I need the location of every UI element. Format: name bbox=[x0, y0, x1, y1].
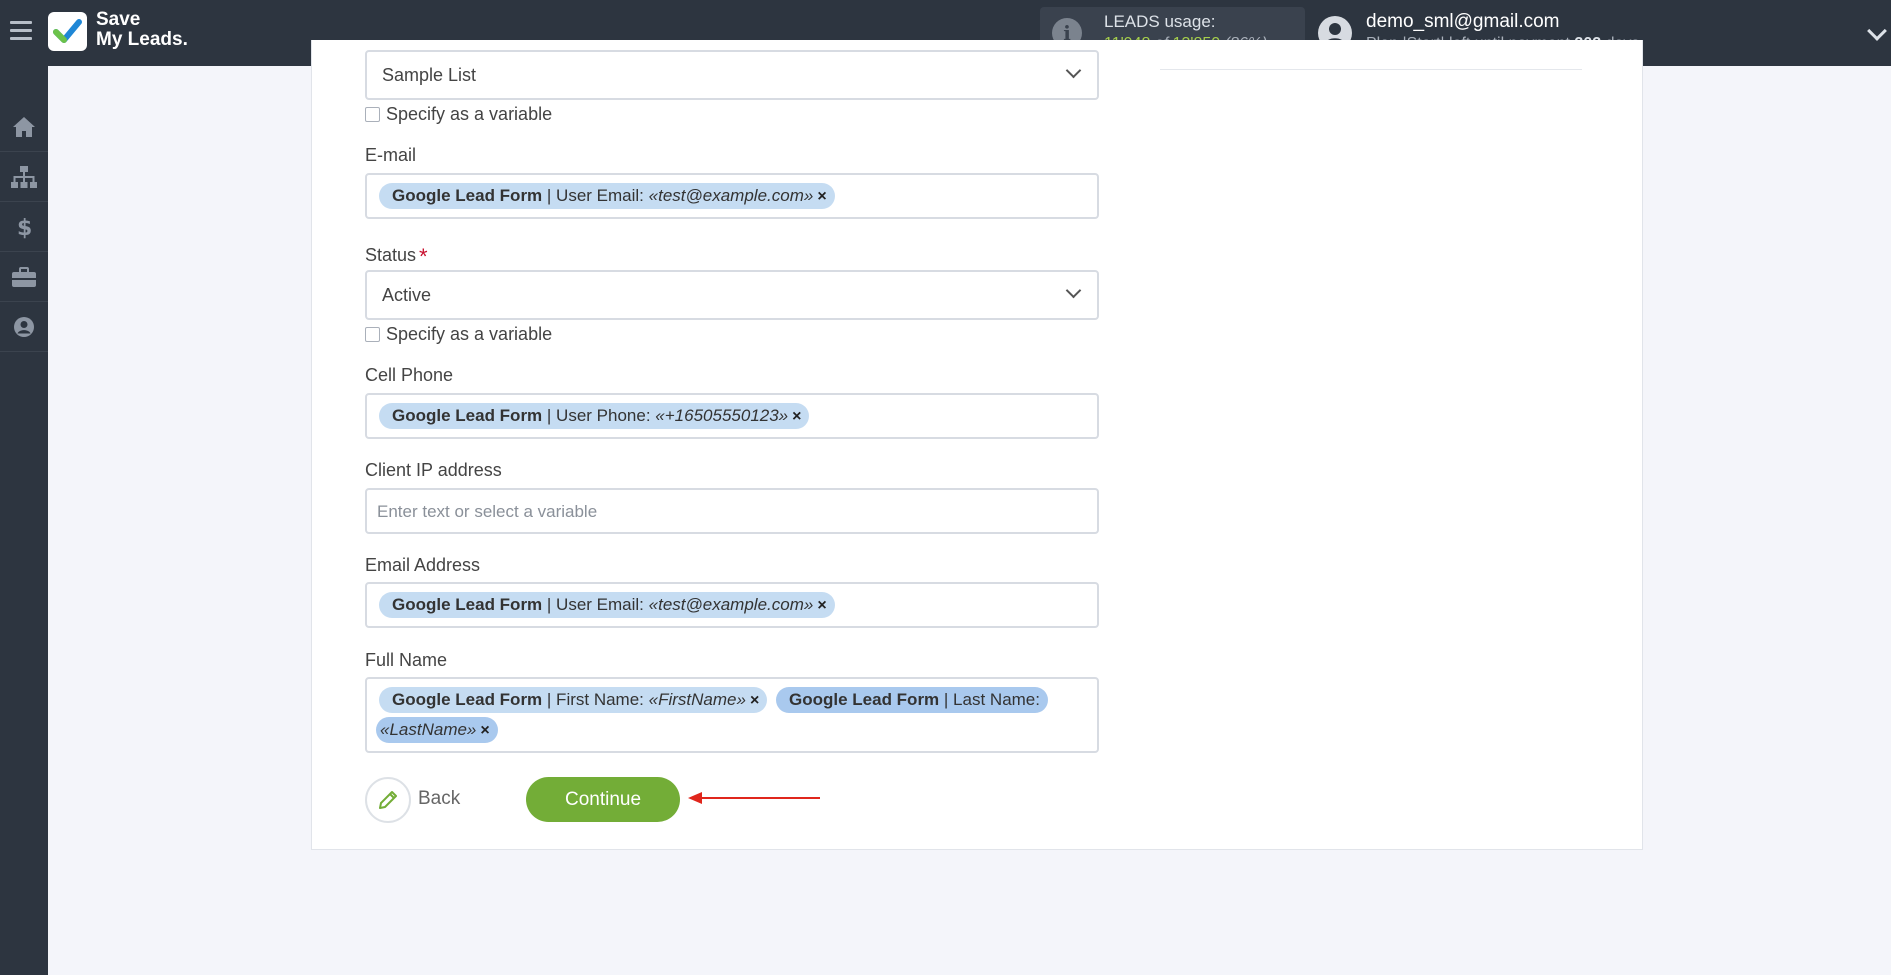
checkbox[interactable] bbox=[365, 327, 380, 342]
tag-value: «LastName» bbox=[380, 720, 477, 739]
chevron-down-icon bbox=[1065, 62, 1082, 79]
last-name-variable-tag[interactable]: Google Lead Form | Last Name: bbox=[776, 687, 1048, 713]
close-icon[interactable]: × bbox=[817, 597, 826, 614]
home-icon bbox=[13, 116, 35, 137]
sitemap-icon bbox=[11, 165, 37, 188]
pencil-icon bbox=[379, 791, 397, 809]
tag-field: | User Email: bbox=[546, 186, 644, 205]
tag-source: Google Lead Form bbox=[392, 406, 543, 425]
logo-icon[interactable] bbox=[48, 12, 87, 51]
client-ip-placeholder: Enter text or select a variable bbox=[377, 502, 598, 521]
chevron-down-icon bbox=[1065, 282, 1082, 299]
list-select[interactable]: Sample List bbox=[365, 50, 1099, 100]
continue-button[interactable]: Continue bbox=[526, 777, 680, 822]
email-address-field[interactable]: Google Lead Form | User Email: «test@exa… bbox=[365, 582, 1099, 628]
card-divider bbox=[1160, 69, 1582, 70]
sidebar-item-home[interactable] bbox=[0, 102, 48, 152]
chevron-down-icon[interactable] bbox=[1867, 21, 1887, 41]
usage-title: LEADS usage: bbox=[1104, 12, 1216, 31]
status-select-value: Active bbox=[382, 285, 432, 305]
required-marker: * bbox=[419, 244, 428, 269]
close-icon[interactable]: × bbox=[792, 408, 801, 425]
tag-value: «+16505550123» bbox=[655, 406, 789, 425]
full-name-label: Full Name bbox=[365, 650, 448, 670]
briefcase-icon bbox=[12, 266, 36, 287]
annotation-arrow-head bbox=[688, 792, 702, 804]
list-select-value: Sample List bbox=[382, 65, 477, 85]
sidebar-item-connections[interactable] bbox=[0, 152, 48, 202]
tag-field: | User Phone: bbox=[546, 406, 651, 425]
account-icon bbox=[14, 316, 34, 337]
checkbox-label: Specify as a variable bbox=[386, 104, 553, 124]
full-name-field[interactable]: Google Lead Form | First Name: «FirstNam… bbox=[365, 677, 1099, 753]
tag-source: Google Lead Form bbox=[392, 690, 543, 709]
tag-value: «test@example.com» bbox=[648, 186, 814, 205]
cell-phone-field[interactable]: Google Lead Form | User Phone: «+1650555… bbox=[365, 393, 1099, 439]
email-field[interactable]: Google Lead Form | User Email: «test@exa… bbox=[365, 173, 1099, 219]
sidebar: $ bbox=[0, 66, 48, 975]
email-address-variable-tag[interactable]: Google Lead Form | User Email: «test@exa… bbox=[379, 592, 835, 618]
hamburger-menu-icon[interactable] bbox=[10, 21, 32, 43]
email-address-label: Email Address bbox=[365, 555, 481, 575]
close-icon[interactable]: × bbox=[750, 692, 759, 709]
status-specify-variable[interactable]: Specify as a variable bbox=[365, 324, 552, 345]
tag-value: «test@example.com» bbox=[648, 595, 814, 614]
status-select[interactable]: Active bbox=[365, 270, 1099, 320]
tag-source: Google Lead Form bbox=[392, 186, 543, 205]
sidebar-item-tools[interactable] bbox=[0, 252, 48, 302]
svg-text:$: $ bbox=[17, 216, 32, 239]
checkbox[interactable] bbox=[365, 107, 380, 122]
status-label-text: Status bbox=[365, 245, 417, 265]
annotation-arrow-line bbox=[700, 797, 820, 799]
tag-field: | User Email: bbox=[546, 595, 644, 614]
email-variable-tag[interactable]: Google Lead Form | User Email: «test@exa… bbox=[379, 183, 835, 209]
client-ip-field[interactable]: Enter text or select a variable bbox=[365, 488, 1099, 534]
tag-source: Google Lead Form bbox=[392, 595, 543, 614]
email-label: E-mail bbox=[365, 145, 417, 165]
first-name-variable-tag[interactable]: Google Lead Form | First Name: «FirstNam… bbox=[379, 687, 768, 713]
user-email[interactable]: demo_sml@gmail.com bbox=[1366, 11, 1560, 33]
cell-phone-label: Cell Phone bbox=[365, 365, 454, 385]
tag-source: Google Lead Form bbox=[789, 690, 940, 709]
cell-phone-variable-tag[interactable]: Google Lead Form | User Phone: «+1650555… bbox=[379, 403, 810, 429]
logo-line2: My Leads. bbox=[96, 29, 188, 50]
back-button[interactable] bbox=[365, 777, 411, 823]
sidebar-item-billing[interactable]: $ bbox=[0, 202, 48, 252]
logo-line1: Save bbox=[96, 9, 141, 30]
checkbox-label: Specify as a variable bbox=[386, 324, 553, 344]
close-icon[interactable]: × bbox=[480, 722, 489, 739]
logo-text[interactable]: Save My Leads. bbox=[96, 10, 188, 50]
sidebar-item-account[interactable] bbox=[0, 302, 48, 352]
client-ip-label: Client IP address bbox=[365, 460, 502, 480]
tag-field: | Last Name: bbox=[943, 690, 1040, 709]
tag-field: | First Name: bbox=[546, 690, 644, 709]
status-label: Status * bbox=[365, 241, 428, 269]
list-specify-variable[interactable]: Specify as a variable bbox=[365, 104, 552, 125]
last-name-variable-tag-continued[interactable]: «LastName» × bbox=[376, 717, 498, 743]
dollar-icon: $ bbox=[17, 216, 32, 239]
back-button-label[interactable]: Back bbox=[418, 788, 460, 810]
tag-value: «FirstName» bbox=[648, 690, 746, 709]
close-icon[interactable]: × bbox=[817, 188, 826, 205]
